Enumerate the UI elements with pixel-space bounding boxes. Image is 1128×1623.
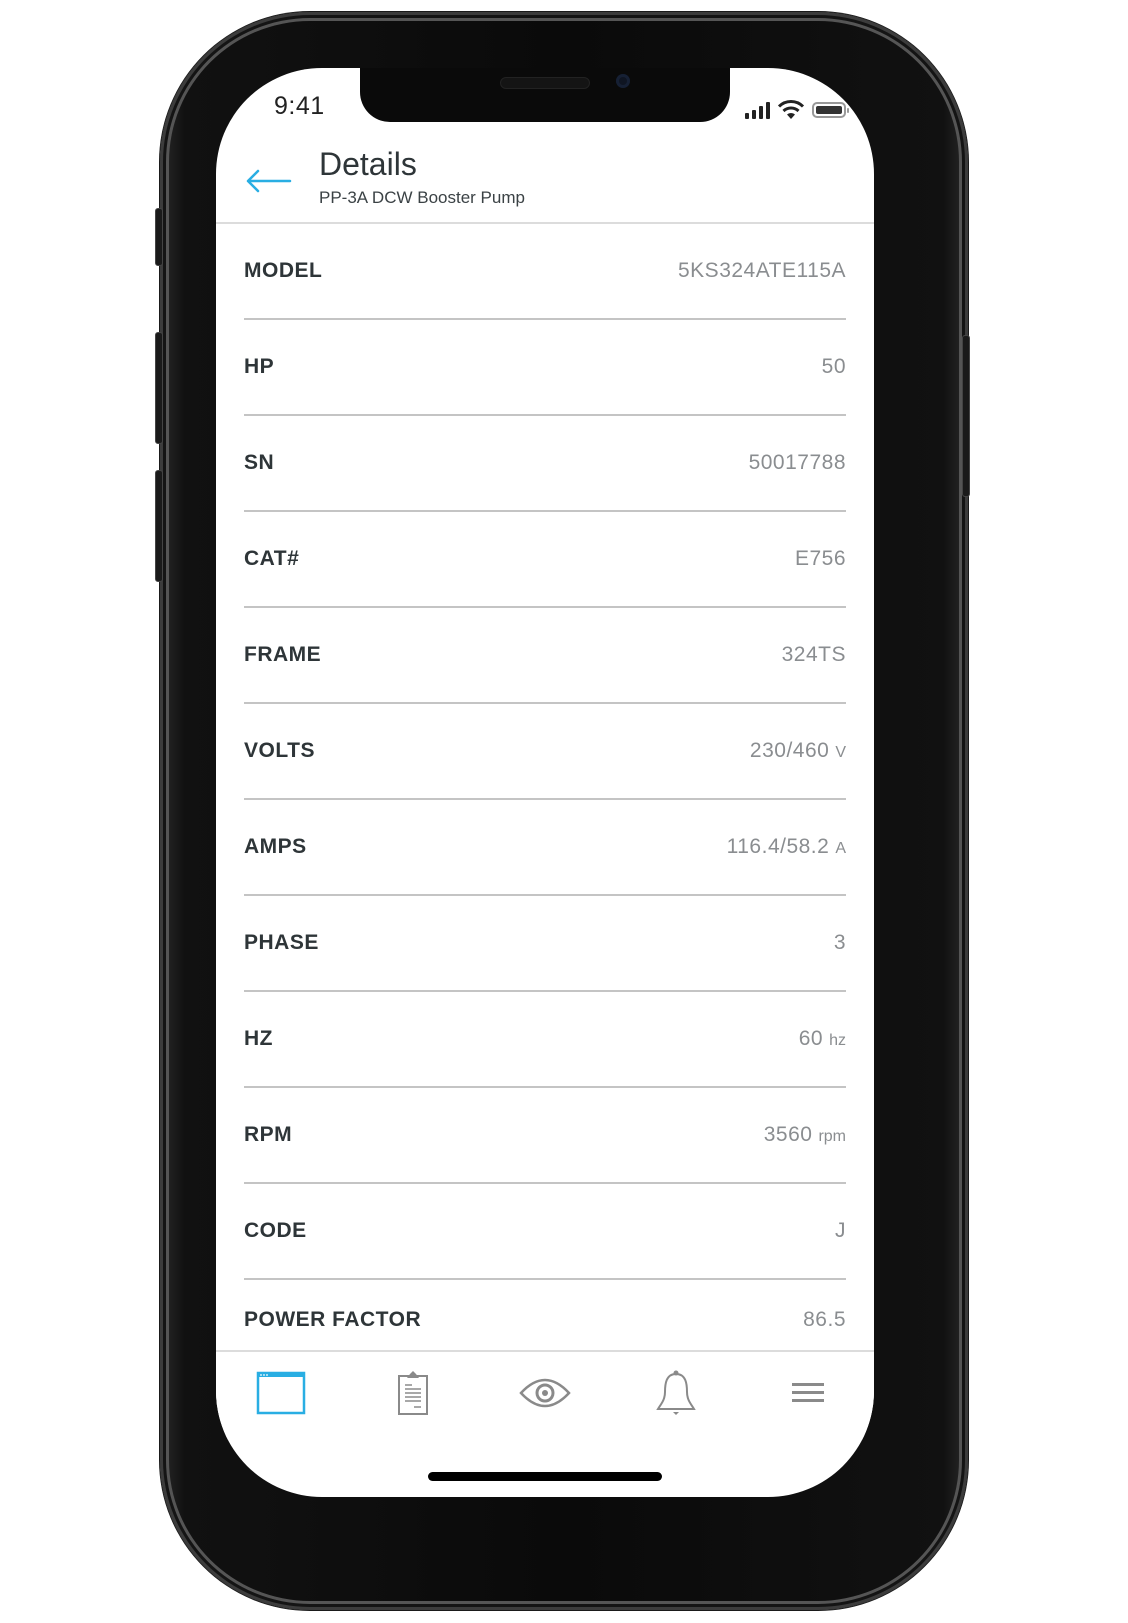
header: Details PP-3A DCW Booster Pump <box>216 138 874 224</box>
front-camera <box>616 74 630 88</box>
page-subtitle: PP-3A DCW Booster Pump <box>319 188 525 207</box>
detail-label: MODEL <box>244 259 323 282</box>
detail-unit: hz <box>829 1032 846 1049</box>
detail-label: VOLTS <box>244 739 315 762</box>
detail-value: 86.5 <box>803 1308 846 1331</box>
detail-label: CODE <box>244 1219 307 1242</box>
tab-watch[interactable] <box>515 1368 575 1418</box>
detail-row-hz: HZ 60 hz <box>244 992 846 1088</box>
detail-row-code: CODE J <box>244 1184 846 1280</box>
detail-row-rpm: RPM 3560 rpm <box>244 1088 846 1184</box>
tab-bar <box>216 1350 874 1440</box>
detail-value: 3560 <box>763 1123 813 1146</box>
volume-down-button <box>155 470 163 582</box>
bell-icon <box>656 1370 696 1415</box>
clipboard-icon <box>398 1371 428 1415</box>
tab-overview[interactable] <box>251 1368 311 1418</box>
tab-notifications[interactable] <box>646 1368 706 1418</box>
detail-label: CAT# <box>244 547 300 570</box>
eye-icon <box>519 1378 571 1408</box>
detail-value: J <box>835 1219 846 1242</box>
detail-row-power-factor: POWER FACTOR 86.5 <box>244 1280 846 1360</box>
detail-row-sn: SN 50017788 <box>244 416 846 512</box>
detail-value: 5KS324ATE115A <box>678 259 846 282</box>
detail-label: PHASE <box>244 931 319 954</box>
arrow-left-icon <box>246 169 292 193</box>
detail-row-phase: PHASE 3 <box>244 896 846 992</box>
detail-value: 116.4/58.2 <box>726 835 830 858</box>
detail-row-model: MODEL 5KS324ATE115A <box>244 224 846 320</box>
tab-menu[interactable] <box>778 1368 838 1418</box>
detail-value: 3 <box>833 931 846 954</box>
details-list: MODEL 5KS324ATE115A HP 50 SN 50017788 CA… <box>244 224 846 1360</box>
detail-row-cat: CAT# E756 <box>244 512 846 608</box>
detail-value: 50 <box>821 355 846 378</box>
detail-unit: V <box>835 744 846 761</box>
tab-reports[interactable] <box>383 1368 443 1418</box>
detail-row-volts: VOLTS 230/460 V <box>244 704 846 800</box>
detail-unit: rpm <box>818 1128 846 1145</box>
status-icons <box>745 100 849 120</box>
detail-label: HP <box>244 355 275 378</box>
wifi-icon <box>778 100 804 119</box>
detail-label: POWER FACTOR <box>244 1308 422 1331</box>
detail-row-hp: HP 50 <box>244 320 846 416</box>
detail-value: 60 <box>798 1027 824 1050</box>
status-time: 9:41 <box>274 92 325 120</box>
notch <box>360 68 730 122</box>
phone-screen: 9:41 Details PP-3A DCW Booster Pump MODE… <box>216 68 874 1497</box>
home-indicator[interactable] <box>428 1472 662 1481</box>
volume-up-button <box>155 332 163 444</box>
silent-switch <box>155 208 163 266</box>
detail-label: SN <box>244 451 275 474</box>
detail-unit: A <box>835 840 846 857</box>
detail-label: RPM <box>244 1123 293 1146</box>
page-title: Details <box>319 146 417 182</box>
detail-row-amps: AMPS 116.4/58.2 A <box>244 800 846 896</box>
detail-value: 50017788 <box>748 451 846 474</box>
detail-value: 230/460 <box>749 739 830 762</box>
detail-value: E756 <box>794 547 846 570</box>
detail-label: FRAME <box>244 643 322 666</box>
battery-icon <box>812 102 849 118</box>
back-button[interactable] <box>244 166 294 196</box>
power-button <box>962 335 970 497</box>
window-icon <box>256 1371 306 1415</box>
detail-label: HZ <box>244 1027 273 1050</box>
menu-icon <box>792 1383 824 1402</box>
detail-row-frame: FRAME 324TS <box>244 608 846 704</box>
detail-value: 324TS <box>781 643 846 666</box>
signal-icon <box>745 101 770 119</box>
detail-label: AMPS <box>244 835 307 858</box>
speaker-grille <box>500 77 590 89</box>
